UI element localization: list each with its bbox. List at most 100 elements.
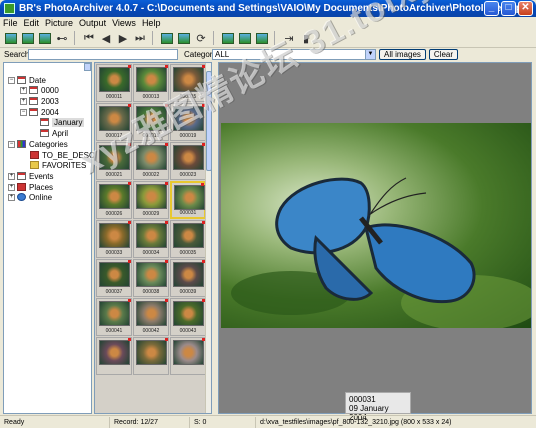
- collapse-icon[interactable]: −: [8, 76, 15, 84]
- title-bar: BR's PhotoArchiver 4.0.7 - C:\Documents …: [0, 0, 536, 17]
- thumbnail-item[interactable]: 000017: [96, 103, 132, 141]
- thumbnail-item[interactable]: 000011: [96, 64, 132, 102]
- thumbnail-item[interactable]: 000034: [133, 220, 169, 258]
- menu-output[interactable]: Output: [76, 18, 109, 28]
- close-button[interactable]: ✕: [518, 1, 533, 16]
- first-record-icon[interactable]: ⏮: [81, 30, 97, 46]
- menu-views[interactable]: Views: [109, 18, 139, 28]
- layout-1-icon[interactable]: [220, 30, 236, 46]
- tree-item-categories[interactable]: − Categories: [8, 139, 68, 149]
- thumbnail-item[interactable]: 000039: [170, 259, 206, 297]
- thumbnail-scrollbar[interactable]: [205, 63, 211, 413]
- thumbnail-number: 000031: [179, 210, 197, 216]
- transfer-icon[interactable]: ⇥: [281, 30, 297, 46]
- thumbnail-image: [174, 185, 205, 210]
- layout-3-icon[interactable]: [254, 30, 270, 46]
- expand-icon[interactable]: +: [8, 183, 15, 191]
- thumbnail-number: 000022: [142, 172, 160, 178]
- thumbnail-image: [136, 145, 167, 170]
- status-bar: Ready Record: 12/27 S: 0 d:\xva_testfile…: [0, 415, 536, 428]
- tree-item-events[interactable]: + Events: [8, 171, 53, 181]
- tree-item-0000[interactable]: +0000: [20, 85, 59, 95]
- thumbnail-image: [136, 340, 167, 365]
- import-icon[interactable]: [159, 30, 175, 46]
- menu-help[interactable]: Help: [139, 18, 164, 28]
- collapse-icon[interactable]: −: [20, 108, 27, 116]
- scrollbar-thumb[interactable]: [206, 71, 211, 171]
- last-record-icon[interactable]: ⏭: [132, 30, 148, 46]
- collapse-icon[interactable]: −: [8, 140, 15, 148]
- red-tag-icon: [165, 299, 168, 302]
- category-select[interactable]: ALL ▼: [212, 49, 376, 60]
- thumbnail-item[interactable]: [133, 337, 169, 375]
- thumbnail-item[interactable]: 000026: [96, 181, 132, 219]
- thumbnail-item[interactable]: 000019: [170, 103, 206, 141]
- preview-image[interactable]: [221, 123, 531, 328]
- tree-label: Date: [29, 75, 46, 85]
- thumbnail-number: 000011: [105, 94, 123, 100]
- thumbnail-image: [136, 67, 167, 92]
- thumbnail-item[interactable]: 000035: [170, 220, 206, 258]
- next-record-icon[interactable]: ▶: [115, 30, 131, 46]
- expand-icon[interactable]: +: [8, 172, 15, 180]
- menu-file[interactable]: File: [0, 18, 21, 28]
- binoculars-icon[interactable]: ⊷: [54, 30, 70, 46]
- thumbnail-item[interactable]: 000013: [133, 64, 169, 102]
- tree-item-places[interactable]: + Places: [8, 182, 53, 192]
- expand-icon[interactable]: +: [20, 86, 27, 94]
- all-images-button[interactable]: All images: [379, 49, 426, 60]
- tree-item-january[interactable]: January: [40, 117, 85, 127]
- thumbnail-item[interactable]: 000033: [96, 220, 132, 258]
- menu-edit[interactable]: Edit: [21, 18, 43, 28]
- thumbnail-item[interactable]: 000031: [170, 181, 206, 219]
- maximize-button[interactable]: □: [501, 1, 516, 16]
- thumbnail-number: 000015: [179, 94, 197, 100]
- view-split-icon[interactable]: [20, 30, 36, 46]
- thumbnail-number: 000018: [142, 133, 160, 139]
- expand-icon[interactable]: +: [8, 193, 15, 201]
- rotate-icon[interactable]: ⟳: [193, 30, 209, 46]
- tree-item-2004[interactable]: − 2004: [20, 107, 59, 117]
- toolbar-separator: [274, 31, 278, 45]
- tree-item-favorites[interactable]: FAVORITES: [30, 160, 86, 170]
- layout-2-icon[interactable]: [237, 30, 253, 46]
- thumbnail-number: 000039: [179, 289, 197, 295]
- tree-item-date[interactable]: − Date: [8, 75, 46, 85]
- search-input[interactable]: [28, 49, 178, 60]
- tree-scroll-button[interactable]: [84, 63, 91, 71]
- image-caption: 000031 09 January 2004: [345, 392, 411, 422]
- view-single-icon[interactable]: [3, 30, 19, 46]
- tree-item-online[interactable]: + Online: [8, 192, 52, 202]
- export-icon[interactable]: [176, 30, 192, 46]
- thumbnail-item[interactable]: 000029: [133, 181, 169, 219]
- thumbnail-item[interactable]: 000038: [133, 259, 169, 297]
- image-preview-panel: 000031 09 January 2004: [218, 62, 532, 422]
- previous-record-icon[interactable]: ◀: [98, 30, 114, 46]
- thumbnail-item[interactable]: [96, 337, 132, 375]
- thumbnail-item[interactable]: 000041: [96, 298, 132, 336]
- categories-icon: [17, 140, 26, 148]
- thumbnail-image: [99, 145, 130, 170]
- minimize-button[interactable]: _: [484, 1, 499, 16]
- menu-picture[interactable]: Picture: [42, 18, 76, 28]
- thumbnail-item[interactable]: 000037: [96, 259, 132, 297]
- tree-item-2003[interactable]: +2003: [20, 96, 59, 106]
- battery-icon[interactable]: ▮: [298, 30, 314, 46]
- thumbnail-item[interactable]: 000022: [133, 142, 169, 180]
- thumbnail-item[interactable]: 000018: [133, 103, 169, 141]
- thumbnail-item[interactable]: 000021: [96, 142, 132, 180]
- view-grid-icon[interactable]: [37, 30, 53, 46]
- thumbnail-image: [173, 145, 204, 170]
- thumbnail-item[interactable]: 000043: [170, 298, 206, 336]
- thumbnail-item[interactable]: 000023: [170, 142, 206, 180]
- clear-button[interactable]: Clear: [428, 49, 459, 60]
- thumbnail-item[interactable]: [170, 337, 206, 375]
- expand-icon[interactable]: +: [20, 97, 27, 105]
- thumbnail-image: [99, 67, 130, 92]
- chevron-down-icon[interactable]: ▼: [365, 50, 375, 59]
- thumbnail-item[interactable]: 000015: [170, 64, 206, 102]
- thumbnail-image: [136, 106, 167, 131]
- thumbnail-item[interactable]: 000042: [133, 298, 169, 336]
- red-tag-icon: [128, 299, 131, 302]
- tree-item-april[interactable]: April: [40, 128, 68, 138]
